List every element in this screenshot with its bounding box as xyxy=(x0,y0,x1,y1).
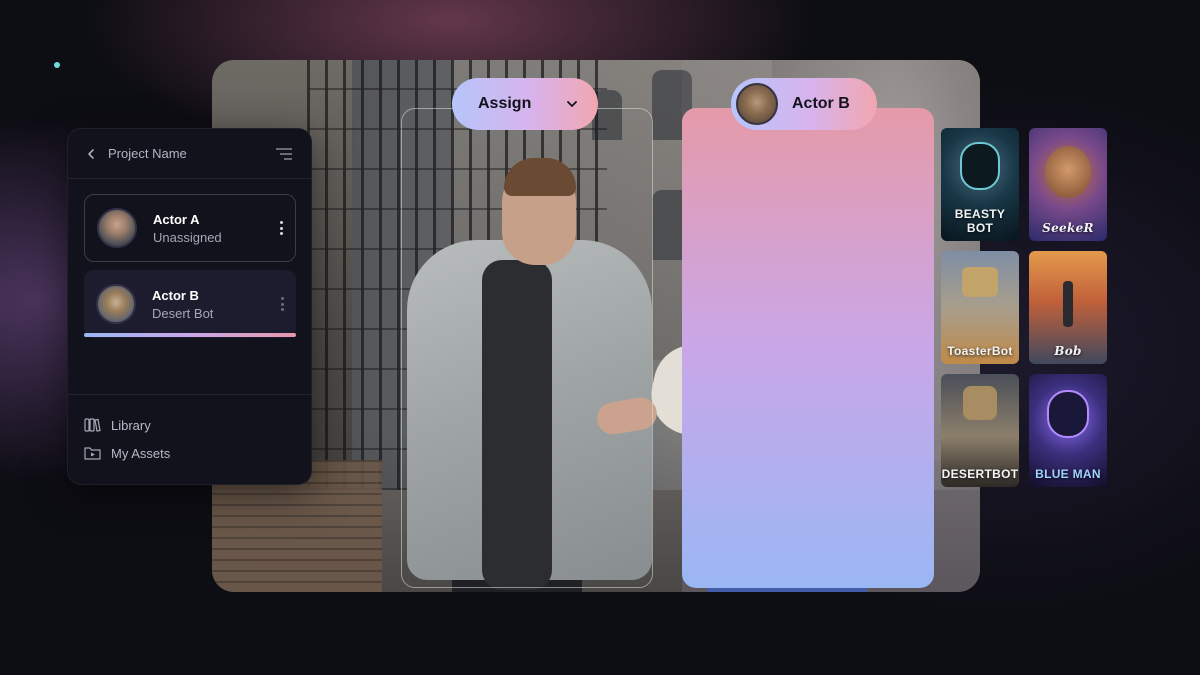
actor-b-tag[interactable]: Actor B xyxy=(731,78,877,130)
project-title: Project Name xyxy=(108,146,187,161)
actor-list-item[interactable]: Actor B Desert Bot xyxy=(84,270,296,338)
character-figure xyxy=(1047,390,1089,438)
actor-status: Unassigned xyxy=(153,229,222,245)
character-figure xyxy=(1045,146,1091,198)
character-card[interactable]: DESERTBOT xyxy=(941,374,1019,487)
divider xyxy=(68,394,311,395)
more-options-icon[interactable] xyxy=(279,221,283,235)
panel-header: Project Name xyxy=(68,129,311,179)
character-label: SeekeR xyxy=(1042,221,1094,235)
robot-figure xyxy=(963,386,997,420)
avatar xyxy=(96,284,136,324)
actor-b-avatar xyxy=(736,83,778,125)
nav-item-my-assets[interactable]: My Assets xyxy=(84,445,170,461)
robot-figure xyxy=(960,142,1000,190)
assign-dropdown[interactable]: Assign xyxy=(452,78,598,130)
robot-figure xyxy=(1063,281,1073,327)
decorative-dot xyxy=(54,62,60,68)
chevron-down-icon xyxy=(567,101,577,107)
character-card[interactable]: ToasterBot xyxy=(941,251,1019,364)
character-card[interactable]: SeekeR xyxy=(1029,128,1107,241)
character-label: Bob xyxy=(1054,344,1082,358)
character-card[interactable]: Bob xyxy=(1029,251,1107,364)
actor-name: Actor A xyxy=(153,211,200,227)
actor-b-selection-box[interactable] xyxy=(682,108,934,588)
actor-status: Desert Bot xyxy=(152,305,214,321)
actor-name: Actor B xyxy=(152,287,199,303)
character-label: BLUE MAN xyxy=(1035,467,1101,481)
assign-label: Assign xyxy=(478,95,532,112)
actor-a-selection-box[interactable] xyxy=(401,108,653,588)
character-card[interactable]: BLUE MAN xyxy=(1029,374,1107,487)
project-panel: Project Name Actor A Unassigned Actor B … xyxy=(67,128,312,485)
character-label: ToasterBot xyxy=(947,344,1013,358)
character-label: BEASTY BOT xyxy=(954,207,1006,235)
library-icon xyxy=(84,418,101,432)
character-card[interactable]: BEASTY BOT xyxy=(941,128,1019,241)
more-options-icon[interactable] xyxy=(280,297,284,311)
nav-item-library[interactable]: Library xyxy=(84,417,151,433)
avatar xyxy=(97,208,137,248)
nav-label: My Assets xyxy=(111,445,171,461)
robot-figure xyxy=(962,267,998,297)
selection-indicator xyxy=(84,333,296,337)
menu-icon[interactable] xyxy=(275,147,293,161)
actor-list-item[interactable]: Actor A Unassigned xyxy=(84,194,296,262)
character-label: DESERTBOT xyxy=(941,467,1019,481)
nav-label: Library xyxy=(111,417,151,433)
back-arrow-icon[interactable] xyxy=(86,148,96,159)
actor-b-tag-label: Actor B xyxy=(792,95,850,112)
folder-play-icon xyxy=(84,447,101,460)
